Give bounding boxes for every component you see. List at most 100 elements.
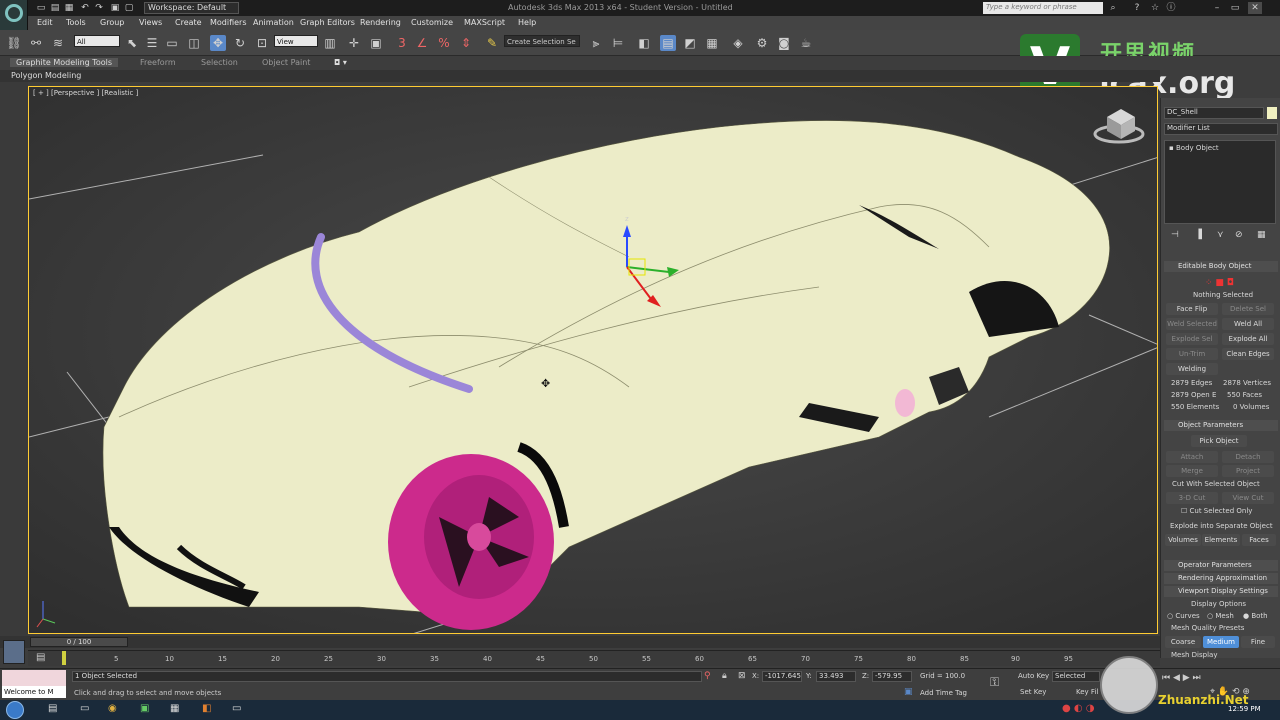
unlink-icon[interactable]: ⚯ — [28, 35, 44, 51]
project-button[interactable]: Project — [1222, 465, 1274, 477]
face-flip-button[interactable]: Face Flip — [1166, 303, 1218, 315]
rollout-viewport-display[interactable]: Viewport Display Settings — [1164, 586, 1278, 597]
workspace-dropdown[interactable]: Workspace: Default — [144, 2, 239, 14]
make-unique-icon[interactable]: ⋎ — [1217, 230, 1224, 240]
polygon-modeling-label[interactable]: Polygon Modeling — [11, 71, 81, 80]
open-file-icon[interactable]: ▤ — [50, 3, 60, 13]
time-slider[interactable]: 0 / 100 — [30, 637, 128, 647]
select-by-name-icon[interactable]: ☰ — [144, 35, 160, 51]
tab-freeform[interactable]: Freeform — [140, 58, 176, 67]
mini-curve-editor-icon[interactable] — [3, 640, 25, 664]
set-key-button[interactable]: Set Key — [1020, 688, 1046, 696]
delete-sel-button[interactable]: Delete Sel — [1222, 303, 1274, 315]
curve-editor-icon[interactable]: ◩ — [682, 35, 698, 51]
explode-all-button[interactable]: Explode All — [1222, 333, 1274, 345]
perspective-viewport[interactable]: z ✥ [ + ] [Perspective ] [Realistic ] — [28, 86, 1158, 634]
explode-volumes-button[interactable]: Volumes — [1165, 534, 1201, 546]
render-icon[interactable]: ☕ — [798, 35, 814, 51]
configure-sets-icon[interactable]: ▦ — [1257, 230, 1266, 240]
attach-button[interactable]: Attach — [1166, 451, 1218, 463]
edit-named-selection-icon[interactable]: ✎ — [484, 35, 500, 51]
scale-icon[interactable]: ⊡ — [254, 35, 270, 51]
new-file-icon[interactable]: ▭ — [36, 3, 46, 13]
mirror-icon[interactable]: ⫸ — [588, 35, 604, 51]
snap-toggle-icon[interactable]: 3 — [394, 35, 410, 51]
help-icon[interactable]: ? — [1130, 2, 1144, 14]
maxscript-listener-pink[interactable] — [2, 670, 66, 686]
pivot-center-icon[interactable]: ▥ — [322, 35, 338, 51]
percent-snap-icon[interactable]: % — [436, 35, 452, 51]
time-tag-icon[interactable]: ▣ — [904, 687, 913, 697]
pick-object-button[interactable]: Pick Object — [1191, 435, 1247, 447]
save-icon[interactable]: ▦ — [64, 3, 74, 13]
pin-stack-icon[interactable]: ⊣ — [1171, 230, 1179, 240]
material-editor-icon[interactable]: ◈ — [730, 35, 746, 51]
object-color-swatch[interactable] — [1267, 107, 1277, 119]
modifier-stack[interactable]: ▪ Body Object — [1164, 140, 1276, 224]
tab-graphite-modeling[interactable]: Graphite Modeling Tools — [10, 58, 119, 67]
cut-selected-only-checkbox[interactable]: ☐ Cut Selected Only — [1181, 507, 1252, 515]
menu-graph-editors[interactable]: Graph Editors — [300, 18, 355, 27]
render-setup-icon[interactable]: ⚙ — [754, 35, 770, 51]
undo-icon[interactable]: ↶ — [80, 3, 90, 13]
files-icon[interactable]: ▭ — [80, 703, 89, 714]
rect-selection-icon[interactable]: ▭ — [164, 35, 180, 51]
lock-selection-icon[interactable]: 🔒︎ — [722, 671, 727, 681]
app-green-icon[interactable]: ▣ — [140, 703, 149, 714]
graphite-toggle-icon[interactable]: ▤ — [660, 35, 676, 51]
y-coord-field[interactable]: 33.493 — [816, 671, 856, 682]
merge-button[interactable]: Merge — [1166, 465, 1218, 477]
time-marker[interactable] — [62, 651, 66, 665]
detach-button[interactable]: Detach — [1222, 451, 1274, 463]
align-icon[interactable]: ⊨ — [610, 35, 626, 51]
rollout-operator-params[interactable]: Operator Parameters — [1164, 560, 1278, 571]
redo-icon[interactable]: ↷ — [94, 3, 104, 13]
tab-object-paint[interactable]: Object Paint — [262, 58, 310, 67]
app-logo[interactable] — [0, 0, 28, 30]
angle-snap-icon[interactable]: ∠ — [414, 35, 430, 51]
radio-mesh[interactable]: ○ Mesh — [1207, 612, 1234, 620]
isolate-icon[interactable]: ⚲ — [704, 671, 711, 681]
menu-group[interactable]: Group — [100, 18, 124, 27]
move-icon[interactable]: ✥ — [210, 35, 226, 51]
un-trim-button[interactable]: Un-Trim — [1166, 348, 1218, 360]
layer-manager-icon[interactable]: ◧ — [636, 35, 652, 51]
x-coord-field[interactable]: -1017.645 — [762, 671, 802, 682]
welding-button[interactable]: Welding — [1166, 363, 1218, 375]
select-manipulate-icon[interactable]: ✛ — [346, 35, 362, 51]
menu-customize[interactable]: Customize — [411, 18, 453, 27]
stack-item-body-object[interactable]: ▪ Body Object — [1169, 144, 1219, 152]
key-filters-button[interactable]: Key Fil — [1076, 688, 1098, 696]
menu-create[interactable]: Create — [175, 18, 202, 27]
menu-rendering[interactable]: Rendering — [360, 18, 401, 27]
remove-modifier-icon[interactable]: ⊘ — [1235, 230, 1243, 240]
cut-3d-button[interactable]: 3-D Cut — [1166, 492, 1218, 504]
radio-both[interactable]: ● Both — [1243, 612, 1268, 620]
bind-spacewarp-icon[interactable]: ≋ — [50, 35, 66, 51]
rotate-icon[interactable]: ↻ — [232, 35, 248, 51]
quality-coarse-button[interactable]: Coarse — [1165, 636, 1201, 648]
spinner-snap-icon[interactable]: ⇕ — [458, 35, 474, 51]
start-button-icon[interactable] — [6, 701, 24, 719]
explorer-icon[interactable]: ▤ — [48, 703, 57, 714]
search-input[interactable]: Type a keyword or phrase — [983, 2, 1103, 14]
tab-selection[interactable]: Selection — [201, 58, 238, 67]
minimize-icon[interactable]: – — [1210, 2, 1224, 14]
subobject-icons[interactable]: ⁘ ■ ◘ — [1205, 278, 1234, 288]
key-icon[interactable]: ⚿ — [990, 675, 999, 690]
keyboard-shortcut-icon[interactable]: ▣ — [368, 35, 384, 51]
playback-controls-icon[interactable]: ⏮ ◀ ▶ ⏭ — [1162, 673, 1201, 683]
z-coord-field[interactable]: -579.95 — [872, 671, 912, 682]
select-object-icon[interactable]: ⬉ — [124, 35, 140, 51]
menu-tools[interactable]: Tools — [66, 18, 86, 27]
star-icon[interactable]: ☆ — [1148, 2, 1162, 14]
tray-icons[interactable]: ● ◐ ◑ — [1062, 703, 1095, 714]
menu-edit[interactable]: Edit — [37, 18, 53, 27]
link-icon[interactable]: ⛓ — [6, 35, 22, 51]
time-slider-track[interactable] — [0, 636, 1160, 648]
quality-fine-button[interactable]: Fine — [1241, 636, 1275, 648]
weld-selected-button[interactable]: Weld Selected — [1166, 318, 1218, 330]
trackbar-menu-icon[interactable]: ▤ — [36, 652, 45, 663]
rollout-rendering-approx[interactable]: Rendering Approximation — [1164, 573, 1278, 584]
close-icon[interactable]: ✕ — [1248, 2, 1262, 14]
